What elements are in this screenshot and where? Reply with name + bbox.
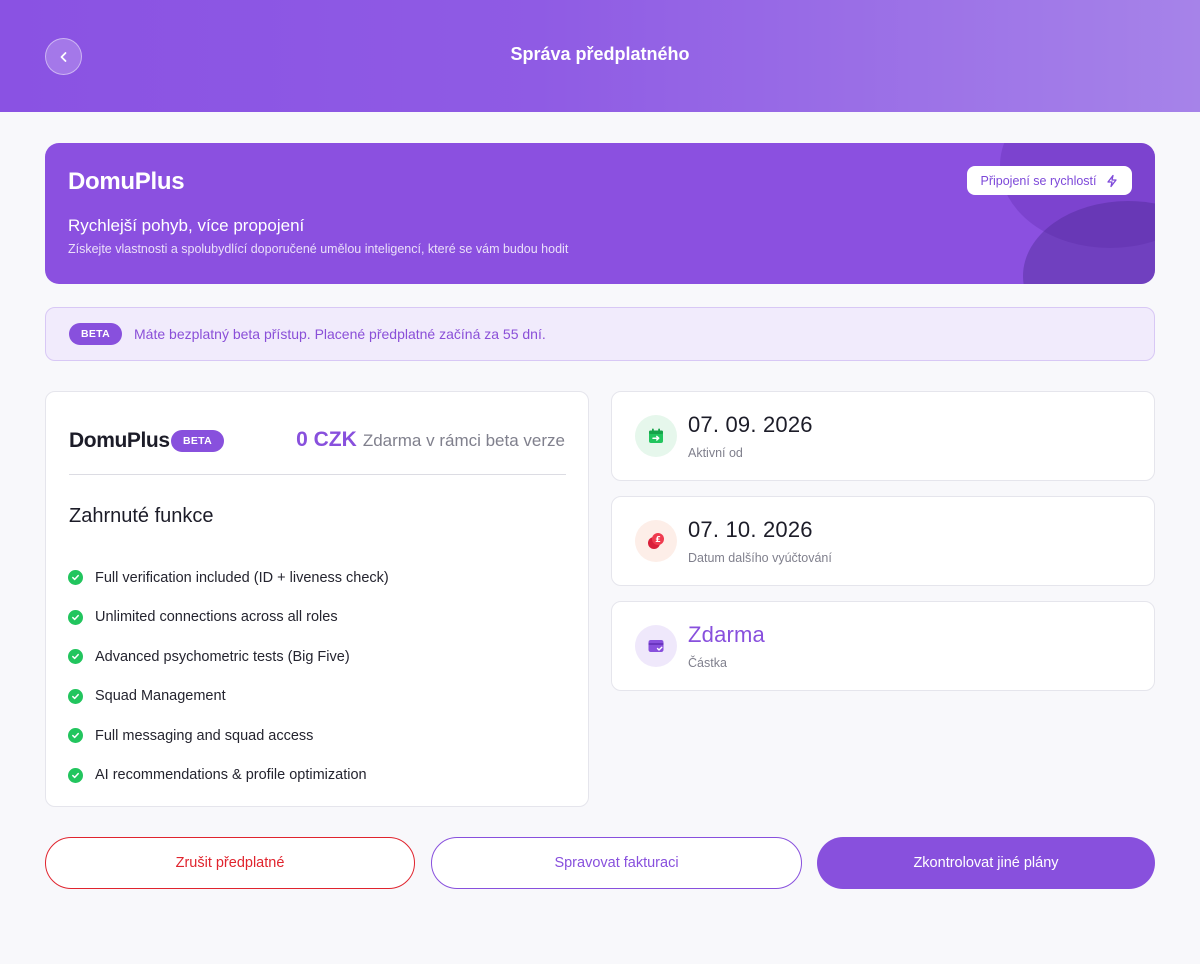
page-title: Správa předplatného: [510, 44, 690, 64]
next-billing-value: 07. 10. 2026: [688, 517, 813, 542]
feature-list: Full verification included (ID + livenes…: [68, 558, 389, 795]
header-bar: Správa předplatného: [0, 0, 1200, 112]
cancel-subscription-button[interactable]: Zrušit předplatné: [45, 837, 415, 889]
beta-badge: BETA: [69, 323, 123, 345]
info-card-next-billing: £ 07. 10. 2026 Datum dalšího vyúčtování: [611, 496, 1155, 586]
check-circle-icon: [68, 649, 83, 665]
svg-text:£: £: [655, 535, 661, 544]
info-card-amount: Zdarma Částka: [611, 601, 1155, 691]
feature-item: Squad Management: [68, 677, 389, 717]
amount-value: Zdarma: [688, 622, 765, 647]
lightning-icon: [1106, 174, 1117, 187]
plan-price: 0 CZK Zdarma v rámci beta verze: [296, 428, 565, 452]
feature-label: Full messaging and squad access: [95, 727, 314, 744]
hero-subtitle: Rychlejší pohyb, více propojení: [68, 216, 305, 235]
beta-notice: BETA Máte bezplatný beta přístup. Placen…: [45, 307, 1155, 361]
check-circle-icon: [68, 609, 83, 625]
card-icon: [635, 625, 677, 667]
info-card-active-from: 07. 09. 2026 Aktivní od: [611, 391, 1155, 481]
plan-beta-badge: BETA: [171, 430, 225, 452]
feature-item: Advanced psychometric tests (Big Five): [68, 637, 389, 677]
check-circle-icon: [68, 767, 83, 783]
check-circle-icon: [68, 728, 83, 744]
hero-title: DomuPlus: [68, 168, 185, 195]
plan-card: DomuPlus BETA 0 CZK Zdarma v rámci beta …: [45, 391, 589, 807]
beta-notice-text: Máte bezplatný beta přístup. Placené pře…: [134, 326, 546, 342]
calendar-icon: [635, 415, 677, 457]
review-plans-button[interactable]: Zkontrolovat jiné plány: [817, 837, 1155, 889]
divider: [69, 474, 566, 475]
price-amount: 0 CZK: [296, 428, 357, 451]
feature-label: Advanced psychometric tests (Big Five): [95, 648, 350, 665]
plan-name: DomuPlus: [69, 429, 170, 452]
feature-label: Full verification included (ID + livenes…: [95, 569, 389, 586]
coins-icon: £: [635, 520, 677, 562]
feature-item: Unlimited connections across all roles: [68, 598, 389, 638]
features-title: Zahrnuté funkce: [69, 505, 214, 527]
active-from-value: 07. 09. 2026: [688, 412, 813, 437]
check-circle-icon: [68, 688, 83, 704]
next-billing-label: Datum dalšího vyúčtování: [688, 551, 832, 565]
amount-label: Částka: [688, 656, 727, 670]
feature-label: Squad Management: [95, 688, 226, 705]
feature-item: Full messaging and squad access: [68, 716, 389, 756]
feature-item: Full verification included (ID + livenes…: [68, 558, 389, 598]
speed-connect-button[interactable]: Připojení se rychlostí: [967, 166, 1132, 195]
feature-item: AI recommendations & profile optimizatio…: [68, 756, 389, 796]
plan-hero-banner: DomuPlus Rychlejší pohyb, více propojení…: [45, 143, 1155, 284]
manage-billing-button[interactable]: Spravovat fakturaci: [431, 837, 802, 889]
hero-description: Získejte vlastnosti a spolubydlící dopor…: [68, 242, 569, 256]
active-from-label: Aktivní od: [688, 446, 743, 460]
price-note: Zdarma v rámci beta verze: [362, 431, 565, 450]
speed-button-label: Připojení se rychlostí: [980, 173, 1097, 188]
check-circle-icon: [68, 570, 83, 586]
feature-label: AI recommendations & profile optimizatio…: [95, 767, 367, 784]
feature-label: Unlimited connections across all roles: [95, 609, 338, 626]
